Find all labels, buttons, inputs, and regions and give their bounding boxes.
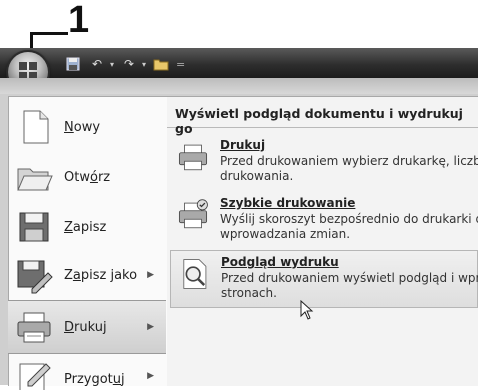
menu-item-label: Drukuj bbox=[64, 319, 107, 335]
printer-icon bbox=[14, 307, 54, 347]
menu-item-print[interactable]: Drukuj ▶ bbox=[8, 300, 166, 354]
callout-number: 1 bbox=[68, 0, 90, 41]
callout-line bbox=[30, 32, 68, 35]
submenu-item-title: Drukuj bbox=[220, 138, 266, 152]
submenu-item-description: Przed drukowaniem wyświetl podgląd i wpr… bbox=[221, 271, 478, 300]
menu-item-label: Zapisz bbox=[64, 219, 107, 235]
menu-item-save-as[interactable]: Zapisz jako ▶ bbox=[8, 248, 166, 302]
print-preview-icon bbox=[177, 257, 211, 291]
qat-separator[interactable]: = bbox=[176, 58, 185, 71]
menu-top-strip bbox=[0, 78, 478, 94]
menu-item-label: Nowy bbox=[64, 119, 101, 135]
submenu-item-title: Szybkie drukowanie bbox=[220, 196, 356, 210]
undo-icon[interactable]: ↶ bbox=[86, 55, 108, 73]
submenu-arrow-icon: ▶ bbox=[147, 322, 154, 332]
save-icon bbox=[14, 207, 54, 247]
save-icon[interactable] bbox=[62, 55, 84, 73]
menu-item-label: Przygotuj bbox=[64, 371, 125, 387]
submenu-arrow-icon: ▶ bbox=[147, 371, 154, 381]
mouse-cursor-icon bbox=[300, 300, 314, 320]
quick-print-icon bbox=[176, 198, 210, 232]
submenu-arrow-icon: ▶ bbox=[147, 270, 154, 280]
quick-access-toolbar: ↶ ▾ ↷ ▾ = bbox=[62, 54, 187, 74]
submenu-item-title: Podgląd wydruku bbox=[221, 255, 339, 269]
menu-item-save[interactable]: Zapisz bbox=[8, 200, 166, 254]
redo-icon[interactable]: ↷ bbox=[118, 55, 140, 73]
new-document-icon bbox=[14, 107, 54, 147]
submenu-item-description: Przed drukowaniem wybierz drukarkę, licz… bbox=[220, 154, 478, 183]
submenu-item-print[interactable]: Drukuj Przed drukowaniem wybierz drukark… bbox=[170, 134, 478, 188]
submenu-item-quick-print[interactable]: Szybkie drukowanie Wyślij skoroszyt bezp… bbox=[170, 192, 478, 246]
menu-item-new[interactable]: Nowy bbox=[8, 100, 166, 154]
menu-item-label: Zapisz jako bbox=[64, 267, 138, 283]
menu-item-label: Otwórz bbox=[64, 169, 111, 185]
printer-icon bbox=[176, 140, 210, 174]
open-folder-icon[interactable] bbox=[150, 55, 172, 73]
submenu-header: Wyświetl podgląd dokumentu i wydrukuj go bbox=[167, 106, 478, 136]
submenu-item-print-preview[interactable]: Podgląd wydruku Przed drukowaniem wyświe… bbox=[170, 250, 478, 308]
open-folder-icon bbox=[14, 157, 54, 197]
menu-item-open[interactable]: Otwórz bbox=[8, 150, 166, 204]
save-as-icon bbox=[14, 255, 54, 295]
chevron-down-icon[interactable]: ▾ bbox=[110, 60, 114, 69]
chevron-down-icon[interactable]: ▾ bbox=[142, 60, 146, 69]
submenu-item-description: Wyślij skoroszyt bezpośrednio do drukark… bbox=[220, 212, 478, 241]
